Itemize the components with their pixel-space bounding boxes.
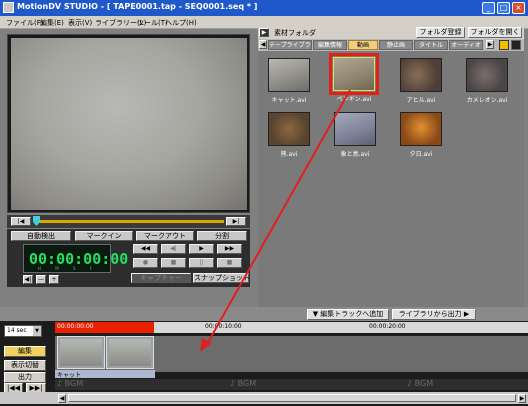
app-window: MotionDV STUDIO - [ TAPE0001.tap - SEQ00… xyxy=(0,0,528,406)
drag-arrow xyxy=(200,89,351,352)
